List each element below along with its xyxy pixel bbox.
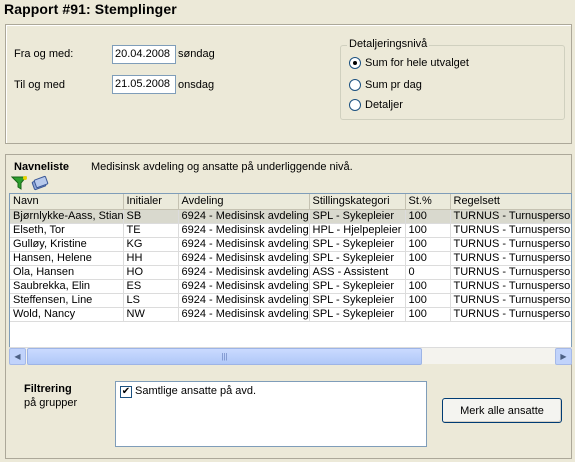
books-icon[interactable] bbox=[31, 175, 49, 191]
checkbox-checked-icon[interactable]: ✔ bbox=[120, 386, 132, 398]
table-row[interactable]: Steffensen, Line LS 6924 - Medisinsk avdel… bbox=[10, 293, 571, 308]
window-title: Rapport #91: Stemplinger bbox=[4, 1, 177, 17]
cell-name: Bjørnlykke-Aass, Stian bbox=[10, 209, 124, 224]
radio-sum-all[interactable]: Sum for hele utvalget bbox=[349, 56, 469, 70]
table-row[interactable]: Bjørnlykke-Aass, Stian SB 6924 - Medisinsk… bbox=[10, 209, 571, 224]
cell-name: Gulløy, Kristine bbox=[10, 237, 124, 252]
cell-name: Hansen, Helene bbox=[10, 251, 124, 266]
table-header-row: Navn Initialer Avdeling Stillingskategor… bbox=[10, 194, 571, 210]
cell-position: SPL - Sykepleier bbox=[309, 251, 406, 266]
filter-checkbox-label: Samtlige ansatte på avd. bbox=[135, 385, 257, 397]
column-header-department[interactable]: Avdeling bbox=[178, 194, 310, 210]
group-filter-list[interactable]: ✔ Samtlige ansatte på avd. bbox=[115, 381, 427, 447]
cell-department: 6924 - Medisinsk avdeling bbox=[178, 265, 310, 280]
cell-name: Ola, Hansen bbox=[10, 265, 124, 280]
radio-unselected-icon[interactable] bbox=[349, 99, 361, 112]
column-header-percent[interactable]: St.% bbox=[405, 194, 451, 210]
column-header-name[interactable]: Navn bbox=[10, 194, 124, 210]
cell-position: ASS - Assistent bbox=[309, 265, 406, 280]
cell-position: SPL - Sykepleier bbox=[309, 209, 406, 224]
table-row[interactable]: Hansen, Helene HH 6924 - Medisinsk avdelin… bbox=[10, 251, 571, 266]
radio-sum-per-day[interactable]: Sum pr dag bbox=[349, 78, 422, 92]
cell-department: 6924 - Medisinsk avdeling bbox=[178, 293, 310, 308]
radio-unselected-icon[interactable] bbox=[349, 79, 361, 92]
cell-ruleset: TURNUS - Turnuspersonal bbox=[450, 237, 571, 252]
cell-initials: HO bbox=[123, 265, 179, 280]
cell-initials: TE bbox=[123, 223, 179, 238]
filter-title: Filtrering bbox=[24, 383, 72, 395]
table-row[interactable]: Wold, Nancy NW 6924 - Medisinsk avdeling SP… bbox=[10, 307, 571, 322]
cell-percent: 100 bbox=[405, 251, 451, 266]
cell-initials: NW bbox=[123, 307, 179, 322]
cell-percent: 100 bbox=[405, 293, 451, 308]
detail-level-title: Detaljeringsnivå bbox=[347, 38, 430, 50]
from-weekday: søndag bbox=[178, 48, 215, 60]
cell-name: Steffensen, Line bbox=[10, 293, 124, 308]
cell-percent: 100 bbox=[405, 223, 451, 238]
radio-sum-per-day-label: Sum pr dag bbox=[365, 79, 422, 92]
name-list-description: Medisinsk avdeling og ansatte på underli… bbox=[91, 161, 353, 173]
radio-details[interactable]: Detaljer bbox=[349, 98, 403, 112]
cell-position: SPL - Sykepleier bbox=[309, 307, 406, 322]
cell-percent: 100 bbox=[405, 307, 451, 322]
scroll-left-icon[interactable]: ◀ bbox=[9, 348, 26, 365]
cell-position: SPL - Sykepleier bbox=[309, 237, 406, 252]
cell-initials: LS bbox=[123, 293, 179, 308]
table-row[interactable]: Gulløy, Kristine KG 6924 - Medisinsk avdel… bbox=[10, 237, 571, 252]
to-date-label: Til og med bbox=[14, 79, 65, 91]
cell-percent: 100 bbox=[405, 209, 451, 224]
cell-percent: 100 bbox=[405, 237, 451, 252]
scrollbar-thumb[interactable]: ||| bbox=[27, 348, 422, 365]
cell-department: 6924 - Medisinsk avdeling bbox=[178, 237, 310, 252]
cell-ruleset: TURNUS - Turnuspersonal bbox=[450, 293, 571, 308]
detail-level-group: Detaljeringsnivå Sum for hele utvalget S… bbox=[340, 38, 565, 120]
cell-percent: 100 bbox=[405, 279, 451, 294]
cell-department: 6924 - Medisinsk avdeling bbox=[178, 251, 310, 266]
name-list-title: Navneliste bbox=[14, 161, 70, 173]
cell-department: 6924 - Medisinsk avdeling bbox=[178, 209, 310, 224]
to-date-input[interactable]: 21.05.2008 bbox=[112, 75, 176, 94]
scroll-right-icon[interactable]: ▶ bbox=[555, 348, 572, 365]
cell-department: 6924 - Medisinsk avdeling bbox=[178, 279, 310, 294]
employee-table[interactable]: Navn Initialer Avdeling Stillingskategor… bbox=[9, 193, 572, 363]
cell-ruleset: TURNUS - Turnuspersonal bbox=[450, 265, 571, 280]
cell-ruleset: TURNUS - Turnuspersonal bbox=[450, 279, 571, 294]
to-weekday: onsdag bbox=[178, 79, 215, 91]
cell-department: 6924 - Medisinsk avdeling bbox=[178, 223, 310, 238]
from-date-input[interactable]: 20.04.2008 bbox=[112, 45, 176, 64]
radio-details-label: Detaljer bbox=[365, 99, 403, 112]
column-header-initials[interactable]: Initialer bbox=[123, 194, 179, 210]
filter-funnel-icon[interactable] bbox=[11, 175, 29, 191]
from-date-label: Fra og med: bbox=[14, 48, 74, 60]
cell-position: HPL - Hjelpepleier bbox=[309, 223, 406, 238]
cell-initials: HH bbox=[123, 251, 179, 266]
cell-percent: 0 bbox=[405, 265, 451, 280]
cell-name: Wold, Nancy bbox=[10, 307, 124, 322]
table-row[interactable]: Saubrekka, Elin ES 6924 - Medisinsk avdeli… bbox=[10, 279, 571, 294]
mark-all-employees-button[interactable]: Merk alle ansatte bbox=[442, 398, 562, 423]
cell-initials: KG bbox=[123, 237, 179, 252]
radio-sum-all-label: Sum for hele utvalget bbox=[365, 57, 469, 70]
cell-name: Saubrekka, Elin bbox=[10, 279, 124, 294]
cell-initials: SB bbox=[123, 209, 179, 224]
cell-position: SPL - Sykepleier bbox=[309, 293, 406, 308]
filter-subtitle: på grupper bbox=[24, 397, 78, 409]
cell-department: 6924 - Medisinsk avdeling bbox=[178, 307, 310, 322]
cell-ruleset: TURNUS - Turnuspersonal bbox=[450, 307, 571, 322]
cell-ruleset: TURNUS - Turnuspersonal bbox=[450, 209, 571, 224]
table-row[interactable]: Elseth, Tor TE 6924 - Medisinsk avdeling HP… bbox=[10, 223, 571, 238]
column-header-ruleset[interactable]: Regelsett bbox=[450, 194, 571, 210]
cell-ruleset: TURNUS - Turnuspersonal bbox=[450, 251, 571, 266]
column-header-position[interactable]: Stillingskategori bbox=[309, 194, 406, 210]
cell-initials: ES bbox=[123, 279, 179, 294]
cell-position: SPL - Sykepleier bbox=[309, 279, 406, 294]
cell-name: Elseth, Tor bbox=[10, 223, 124, 238]
cell-ruleset: TURNUS - Turnuspersonal bbox=[450, 223, 571, 238]
table-row[interactable]: Ola, Hansen HO 6924 - Medisinsk avdeling AS… bbox=[10, 265, 571, 280]
radio-selected-icon[interactable] bbox=[349, 57, 361, 70]
horizontal-scrollbar[interactable]: ◀ ||| ▶ bbox=[9, 347, 572, 365]
